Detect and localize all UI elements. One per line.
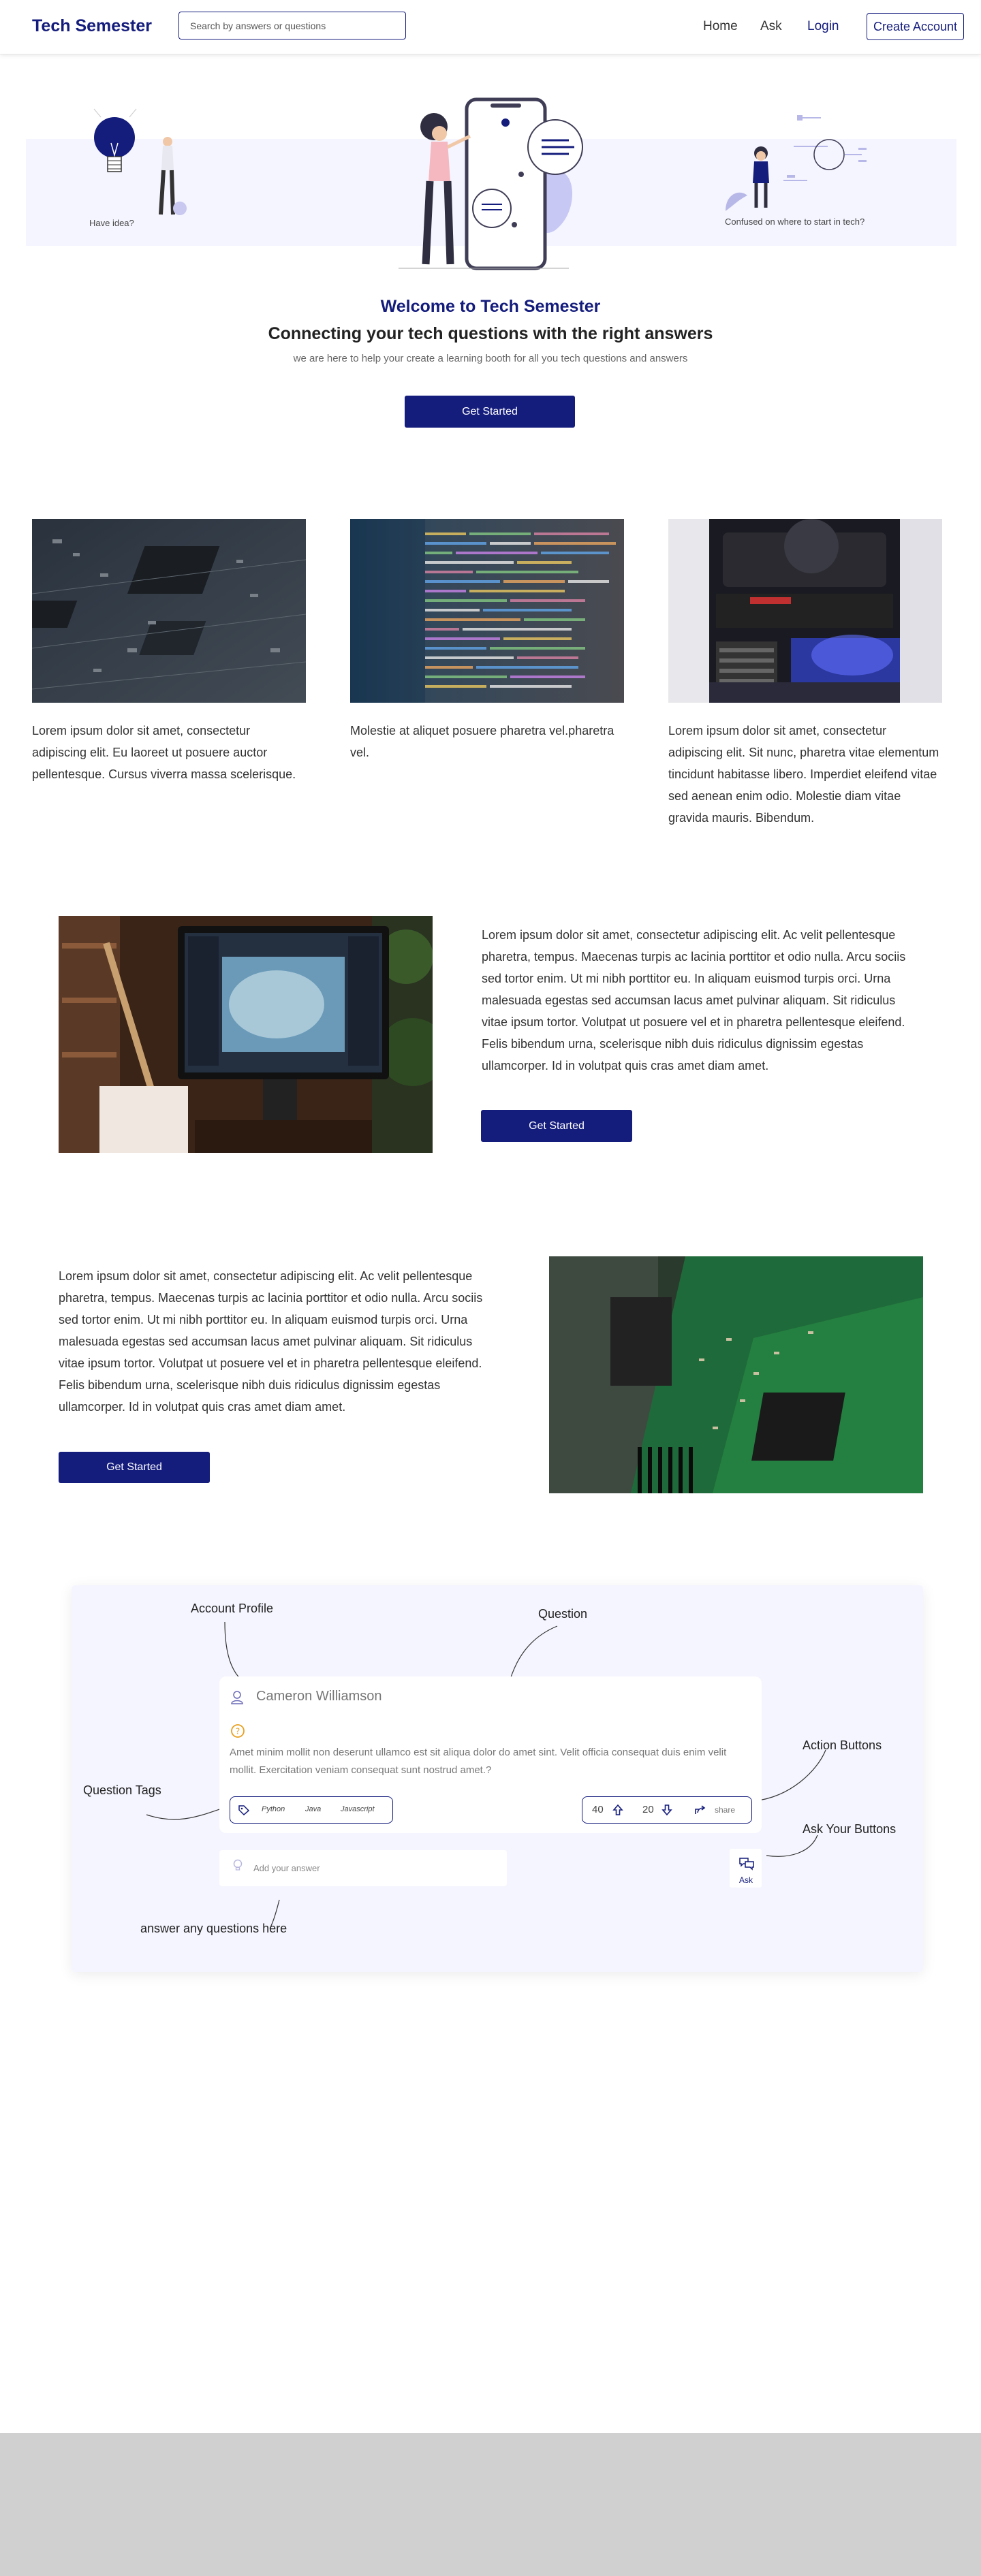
feature-image-monitor [59,916,433,1153]
svg-text:?: ? [236,1727,240,1736]
feature-2-text: Lorem ipsum dolor sit amet, consectetur … [59,1269,483,1414]
hero-subtitle: Connecting your tech questions with the … [268,324,713,343]
card-image-circuit [32,519,306,703]
feature-1-get-started-button[interactable]: Get Started [481,1110,632,1142]
feature-1-text: Lorem ipsum dolor sit amet, consectetur … [482,928,906,1072]
feature-2-get-started-button[interactable]: Get Started [59,1452,210,1483]
hero-caption-confused: Confused on where to start in tech? [725,217,865,227]
share-label[interactable]: share [715,1805,735,1815]
action-buttons: 40 20 share [582,1796,752,1824]
card-text-1: Lorem ipsum dolor sit amet, consectetur … [32,724,296,781]
question-body: Amet minim mollit non deserunt ullamco e… [230,1747,727,1776]
user-avatar-icon [231,1691,243,1704]
tag-javascript[interactable]: Javascript [341,1805,375,1813]
phone-woman-illustration [399,97,583,270]
hero-title: Welcome to Tech Semester [380,297,601,316]
brand-logo[interactable]: Tech Semester [32,16,152,36]
upvote-count: 40 [592,1804,604,1815]
feature-image-pcb [549,1256,923,1493]
question-mark-icon: ? [231,1724,245,1738]
search-input[interactable] [178,12,406,39]
question-author-name[interactable]: Cameron Williamson [256,1689,382,1704]
top-navbar: Tech Semester Home Ask Login Create Acco… [0,0,981,54]
question-tags: Python Java Javascript [230,1796,393,1824]
hero-caption-idea: Have idea? [89,218,134,228]
hero-description: we are here to help your create a learni… [293,353,688,364]
card-text-2: Molestie at aliquet posuere pharetra vel… [350,724,614,759]
ask-label: Ask [739,1875,753,1885]
upvote-arrow-icon[interactable] [612,1804,623,1816]
confused-person-illustration [726,115,867,211]
hero-get-started-button[interactable]: Get Started [405,396,575,428]
tag-python[interactable]: Python [262,1805,285,1813]
answer-placeholder: Add your answer [253,1863,320,1873]
nav-ask-link[interactable]: Ask [760,19,782,34]
lightbulb-icon [233,1859,243,1871]
nav-login-link[interactable]: Login [807,19,839,34]
card-image-pc [668,519,942,703]
downvote-count: 20 [642,1804,654,1815]
footer [0,2433,981,2576]
share-icon[interactable] [694,1804,706,1815]
create-account-button[interactable]: Create Account [867,13,964,40]
tag-java[interactable]: Java [305,1805,321,1813]
chat-bubbles-icon [739,1858,754,1871]
tag-icon [238,1805,250,1815]
nav-home-link[interactable]: Home [703,19,738,34]
downvote-arrow-icon[interactable] [661,1804,672,1816]
lightbulb-person-illustration [93,108,187,215]
card-image-code [350,519,624,703]
card-text-3: Lorem ipsum dolor sit amet, consectetur … [668,724,939,825]
